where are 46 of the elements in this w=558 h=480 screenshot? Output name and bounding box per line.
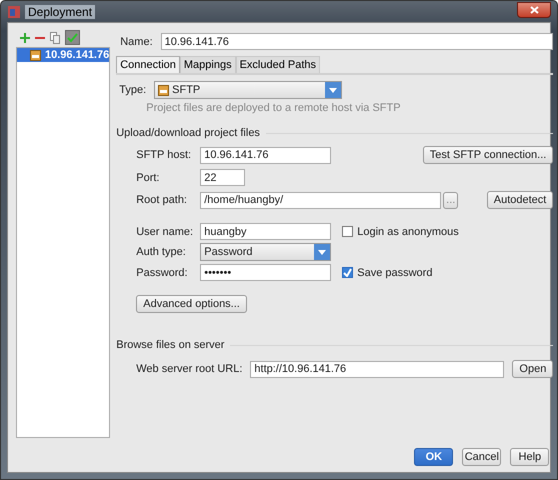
- field-label: Name:: [120, 36, 153, 48]
- open-button[interactable]: Open: [512, 360, 554, 378]
- section-title: Upload/download project files: [116, 127, 260, 139]
- advanced-options-button[interactable]: Advanced options...: [136, 295, 247, 313]
- sftp-icon: [158, 84, 170, 96]
- input-field[interactable]: 22: [200, 169, 246, 186]
- field-label: Root path:: [136, 194, 188, 206]
- dialog-button[interactable]: Help: [510, 448, 550, 466]
- add-icon[interactable]: [20, 32, 30, 42]
- url-field[interactable]: http://10.96.141.76: [250, 360, 504, 378]
- section-title: Browse files on server: [116, 339, 224, 351]
- action-button[interactable]: Autodetect: [486, 191, 554, 209]
- input-field[interactable]: •••••••: [200, 264, 332, 281]
- field-label: SFTP host:: [136, 149, 192, 161]
- window-title: Deployment: [25, 4, 96, 18]
- close-icon: [530, 6, 538, 14]
- field-label: Password:: [136, 266, 189, 278]
- checkbox[interactable]: Save password: [342, 266, 432, 278]
- field-label: Auth type:: [136, 246, 187, 258]
- check-icon[interactable]: [65, 30, 80, 45]
- tab[interactable]: Excluded Paths: [236, 56, 320, 73]
- checkbox[interactable]: Login as anonymous: [342, 226, 459, 238]
- tab[interactable]: Mappings: [180, 56, 236, 73]
- dropdown-arrow-icon: [329, 88, 338, 92]
- action-button[interactable]: Test SFTP connection...: [422, 146, 554, 164]
- copy-icon[interactable]: [50, 32, 60, 44]
- field-label: Web server root URL:: [136, 363, 242, 375]
- close-button[interactable]: [517, 2, 551, 18]
- field-label: Port:: [136, 172, 160, 184]
- tab[interactable]: Connection: [116, 56, 180, 73]
- dialog-button[interactable]: OK: [414, 448, 454, 466]
- dialog-button[interactable]: Cancel: [462, 448, 502, 466]
- input-field[interactable]: huangby: [200, 223, 332, 240]
- checkmark-icon: [343, 268, 352, 277]
- server-item[interactable]: 10.96.141.76: [17, 48, 110, 62]
- input-field[interactable]: /home/huangby/: [200, 192, 442, 208]
- input-field[interactable]: 10.96.141.76: [200, 146, 332, 164]
- app-icon: [7, 4, 21, 18]
- hint-text: Project files are deployed to a remote host via SFTP: [145, 102, 402, 114]
- field-label: User name:: [136, 226, 194, 238]
- type-dropdown[interactable]: SFTP: [154, 81, 342, 99]
- name-field[interactable]: 10.96.141.76: [160, 33, 554, 50]
- field-label: Type:: [119, 84, 146, 96]
- auth-type-dropdown[interactable]: Password: [200, 243, 332, 261]
- dropdown-arrow-icon: [318, 250, 326, 254]
- server-icon: [30, 50, 41, 60]
